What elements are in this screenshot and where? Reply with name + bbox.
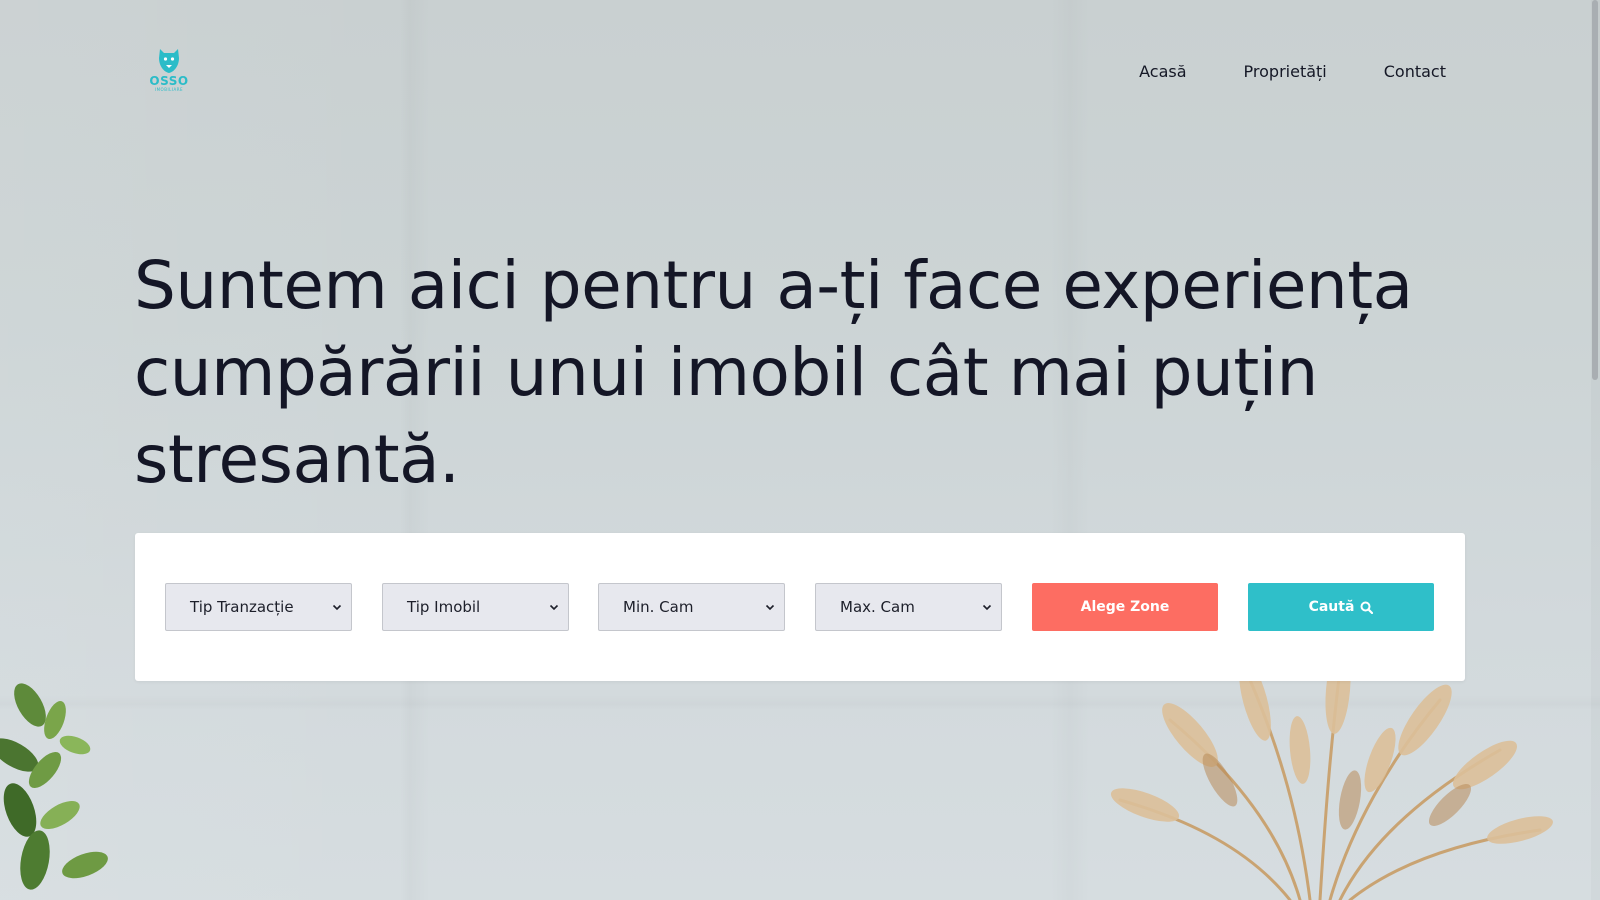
nav-link-contact[interactable]: Contact xyxy=(1384,62,1446,81)
min-rooms-select[interactable]: Min. Cam xyxy=(598,583,785,631)
max-rooms-select[interactable]: Max. Cam xyxy=(815,583,1002,631)
transaction-type-value: Tip Tranzacție xyxy=(190,598,294,616)
choose-zones-button[interactable]: Alege Zone xyxy=(1032,583,1218,631)
property-type-select[interactable]: Tip Imobil xyxy=(382,583,569,631)
nav-link-properties[interactable]: Proprietăți xyxy=(1244,62,1327,81)
logo-subtitle: IMOBILIARE xyxy=(154,87,184,92)
search-icon xyxy=(1360,601,1374,614)
hero-title: Suntem aici pentru a-ți face experiența … xyxy=(134,247,1413,498)
chevron-down-icon xyxy=(765,604,775,611)
search-panel: Tip Tranzacție Tip Imobil Min. Cam Max. … xyxy=(135,533,1465,681)
page-scrollbar[interactable] xyxy=(1591,0,1600,900)
nav-link-home[interactable]: Acasă xyxy=(1139,62,1186,81)
scrollbar-thumb[interactable] xyxy=(1592,0,1598,380)
choose-zones-label: Alege Zone xyxy=(1080,599,1170,615)
max-rooms-value: Max. Cam xyxy=(840,598,915,616)
bear-head-icon xyxy=(159,49,179,73)
min-rooms-value: Min. Cam xyxy=(623,598,694,616)
chevron-down-icon xyxy=(982,604,992,611)
plant-left-decoration xyxy=(0,683,108,890)
property-type-value: Tip Imobil xyxy=(407,598,481,616)
main-nav: Acasă Proprietăți Contact xyxy=(1139,62,1446,81)
logo-wordmark: OSSO xyxy=(149,74,189,88)
chevron-down-icon xyxy=(332,604,342,611)
search-button-label: Caută xyxy=(1308,599,1355,615)
chevron-down-icon xyxy=(549,604,559,611)
brand-logo[interactable]: OSSO IMOBILIARE xyxy=(145,46,193,98)
search-button[interactable]: Caută xyxy=(1248,583,1434,631)
transaction-type-select[interactable]: Tip Tranzacție xyxy=(165,583,352,631)
